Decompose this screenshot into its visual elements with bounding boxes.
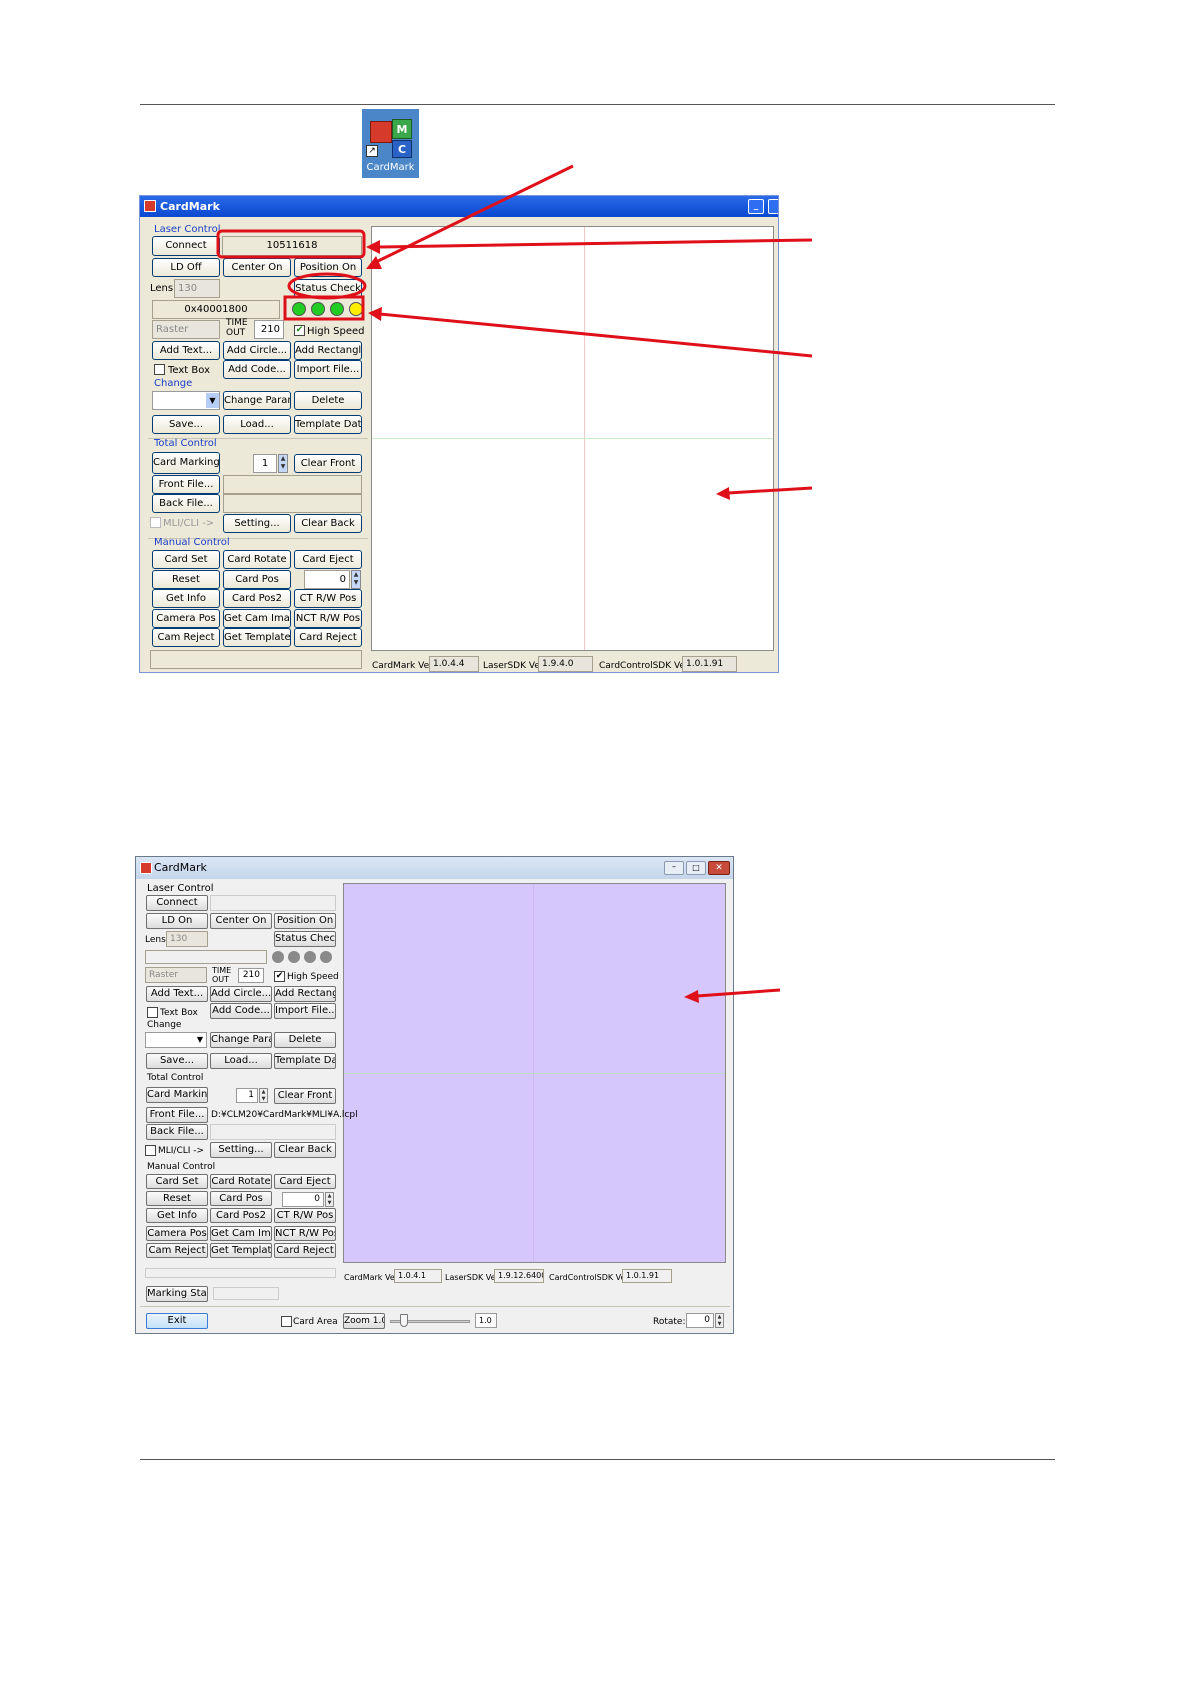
card-area-label: Card Area (293, 1317, 338, 1327)
count-spinner[interactable]: ▲ ▼ (259, 1088, 268, 1103)
group-manual-control: Manual Control (147, 1162, 216, 1172)
card-pos-spinner[interactable]: ▲ ▼ (325, 1192, 334, 1207)
highlight-serial (216, 229, 366, 259)
arrow-head-2 (366, 256, 382, 269)
cc-ver-label: CardControlSDK Ver. (549, 1273, 631, 1282)
clear-front-button[interactable]: Clear Front (274, 1088, 336, 1104)
manual-cam-reject-button[interactable]: Cam Reject (146, 1242, 208, 1258)
rotate-label: Rotate: (653, 1317, 686, 1327)
setting-button[interactable]: Setting... (210, 1142, 272, 1158)
cardmark-window-win7: CardMark – □ ✕ Laser Control Connect LD … (135, 856, 734, 1334)
highlight-status-check (287, 272, 367, 300)
marking-canvas[interactable] (343, 883, 726, 1263)
exit-button[interactable]: Exit (146, 1313, 208, 1329)
group-total-control: Total Control (147, 1073, 204, 1083)
arrow-line-4 (727, 486, 813, 495)
change-param-button[interactable]: Change Param (210, 1032, 272, 1048)
group-change: Change (147, 1020, 182, 1030)
group-laser-control: Laser Control (147, 883, 214, 894)
card-pos-field[interactable]: 0 (282, 1192, 324, 1207)
maximize-button[interactable]: □ (686, 861, 706, 875)
cardmark-ver-label: CardMark Ver. (344, 1273, 400, 1282)
card-area-checkbox[interactable] (281, 1316, 292, 1327)
manual-get-cam-image-button[interactable]: Get Cam Image (210, 1225, 272, 1241)
annotation-layer-2 (684, 988, 781, 1003)
manual-card-set-button[interactable]: Card Set (146, 1174, 208, 1189)
manual-nct-r-w-pos-button[interactable]: NCT R/W Pos (274, 1225, 336, 1241)
manual-card-eject-button[interactable]: Card Eject (274, 1174, 336, 1189)
close-button[interactable]: ✕ (708, 861, 730, 875)
arrow-head-4 (716, 487, 730, 500)
arrow-line-1 (377, 238, 813, 249)
zoom-slider-thumb[interactable] (400, 1314, 408, 1327)
card-marking-button[interactable]: Card Marking (146, 1087, 208, 1103)
arrow-head-3 (368, 307, 382, 321)
status-bar-field (145, 1268, 336, 1278)
template-data-button[interactable]: Template Data... (274, 1053, 336, 1069)
front-file-path: D:¥CLM20¥CardMark¥MLI¥A.lcpl (211, 1110, 358, 1120)
save-button[interactable]: Save... (146, 1053, 208, 1069)
manual-card-pos2-button[interactable]: Card Pos2 (210, 1208, 272, 1224)
cc-ver-value: 1.0.1.91 (622, 1269, 672, 1283)
annotation-layer (216, 164, 813, 500)
marking-progress (213, 1287, 279, 1300)
title-bar: CardMark – □ ✕ (136, 857, 733, 879)
clear-back-button[interactable]: Clear Back (274, 1142, 336, 1158)
window-title: CardMark (154, 861, 207, 874)
front-file-button[interactable]: Front File... (146, 1107, 208, 1123)
canvas-hline (344, 1073, 725, 1074)
highlight-leds (283, 295, 365, 321)
mli-checkbox[interactable] (145, 1145, 156, 1156)
manual-camera-pos-button[interactable]: Camera Pos (146, 1225, 208, 1241)
rotate-spinner[interactable]: ▲ ▼ (715, 1313, 724, 1328)
position-button[interactable]: Position On (274, 913, 336, 929)
manual-card-reject-button[interactable]: Card Reject (274, 1242, 336, 1258)
app-icon (140, 862, 152, 874)
serial-field (210, 895, 336, 911)
arrow-line-2 (373, 164, 574, 265)
arrow-line-5 (696, 988, 781, 998)
rotate-field[interactable]: 0 (686, 1313, 714, 1328)
marking-count-field[interactable]: 1 (236, 1088, 258, 1103)
manual-get-info-button[interactable]: Get Info (146, 1208, 208, 1224)
marking-start-button[interactable]: Marking Start (146, 1286, 208, 1302)
manual-ct-r-w-pos-button[interactable]: CT R/W Pos (274, 1208, 336, 1224)
manual-reset-button[interactable]: Reset (146, 1191, 208, 1207)
cardmark-ver-value: 1.0.4.1 (394, 1269, 442, 1283)
load-button[interactable]: Load... (210, 1053, 272, 1069)
delete-button[interactable]: Delete (274, 1032, 336, 1048)
arrow-line-3 (379, 312, 813, 358)
manual-get-template-button[interactable]: Get Template (210, 1242, 272, 1258)
change-select[interactable]: ▼ (145, 1032, 207, 1048)
laser-ver-label: LaserSDK Ver. (445, 1273, 501, 1282)
mli-label: MLI/CLI -> (158, 1146, 205, 1156)
minimize-button[interactable]: – (664, 861, 684, 875)
center-button[interactable]: Center On (210, 913, 272, 929)
back-file-path (210, 1124, 336, 1140)
laser-ver-value: 1.9.12.6400 (494, 1269, 544, 1283)
arrow-head-5 (684, 990, 699, 1003)
status-check-button[interactable]: Status Check (274, 931, 336, 947)
lens-select[interactable]: 130 (166, 931, 208, 947)
connect-button[interactable]: Connect (146, 895, 208, 911)
zoom-button[interactable]: Zoom 1.0 (343, 1313, 385, 1329)
ld-button[interactable]: LD On (146, 913, 208, 929)
separator (140, 1306, 730, 1307)
manual-card-rotate-button[interactable]: Card Rotate (210, 1174, 272, 1189)
arrow-head-1 (366, 240, 380, 254)
zoom-value-field[interactable]: 1.0 (475, 1313, 497, 1328)
manual-card-pos-button[interactable]: Card Pos (210, 1191, 272, 1207)
footer-rule (140, 1459, 1055, 1460)
back-file-button[interactable]: Back File... (146, 1124, 208, 1140)
